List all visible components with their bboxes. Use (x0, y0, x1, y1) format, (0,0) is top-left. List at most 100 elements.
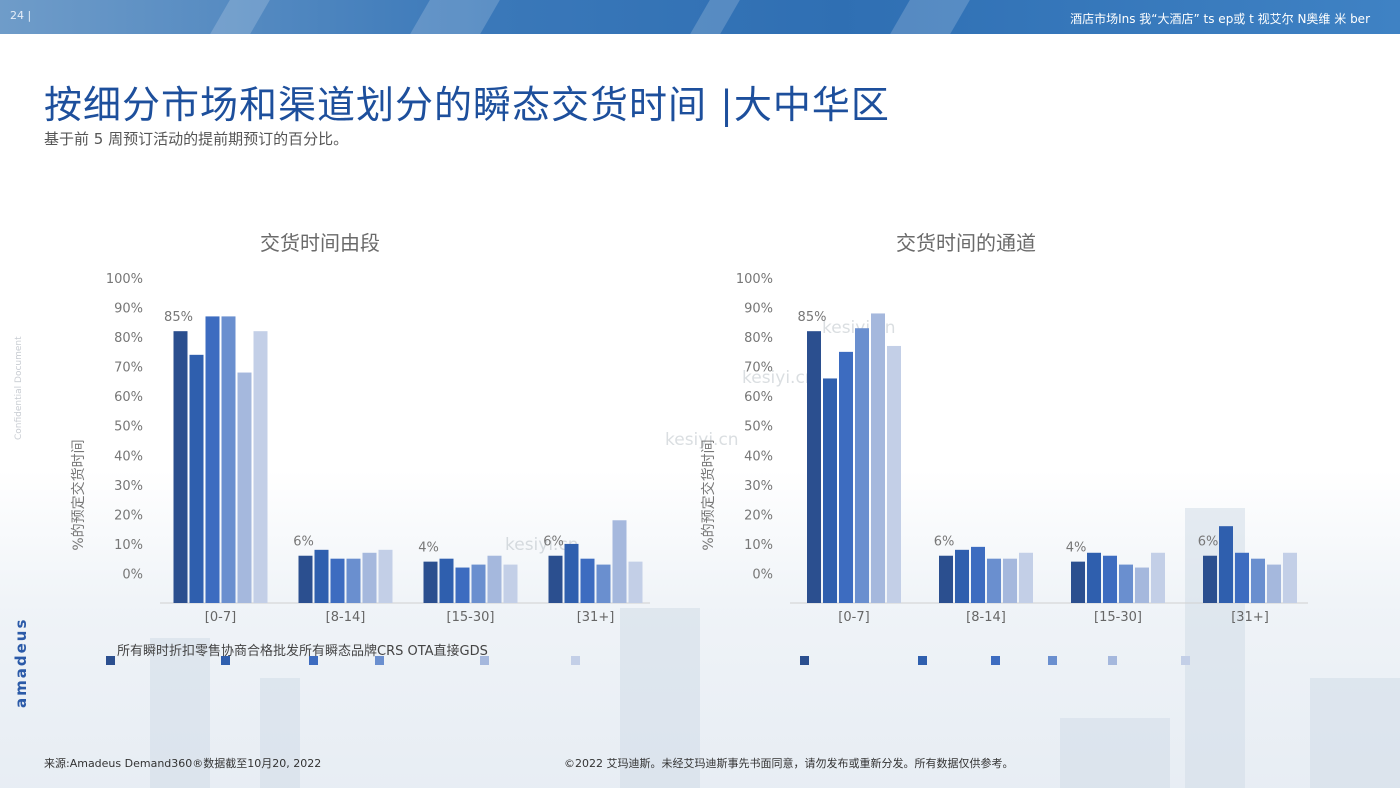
bar (987, 558, 1001, 603)
chart-title: 交货时间由段 (260, 231, 380, 255)
x-tick-label: [8-14] (966, 610, 1006, 625)
bar (1151, 552, 1165, 603)
y-tick-label: 0% (752, 567, 773, 582)
data-label: 85% (798, 310, 827, 325)
y-tick-label: 60% (744, 390, 773, 405)
y-tick-label: 80% (744, 331, 773, 346)
bar (855, 328, 869, 603)
bar (596, 564, 611, 603)
bar (1251, 558, 1265, 603)
y-tick-label: 20% (114, 508, 143, 523)
bar (548, 555, 563, 603)
bar (346, 558, 361, 603)
y-tick-label: 30% (114, 479, 143, 494)
y-tick-label: 50% (744, 420, 773, 435)
bar (939, 555, 953, 603)
bar (612, 520, 627, 603)
bar (487, 555, 502, 603)
y-tick-label: 30% (744, 479, 773, 494)
data-label: 6% (543, 535, 564, 550)
y-axis-label: %的预定交货时间 (700, 439, 717, 550)
bar (1203, 555, 1217, 603)
bar (471, 564, 486, 603)
y-tick-label: 0% (122, 567, 143, 582)
bar (330, 558, 345, 603)
y-tick-label: 40% (114, 449, 143, 464)
bar (807, 331, 821, 603)
bar (871, 313, 885, 603)
legend-swatch (571, 656, 580, 665)
bar (1003, 558, 1017, 603)
y-tick-label: 60% (114, 390, 143, 405)
data-label: 6% (293, 535, 314, 550)
bar (362, 552, 377, 603)
legend-text: 所有瞬时折扣零售协商合格批发所有瞬态品牌CRS OTA直接GDS (117, 644, 488, 659)
legend-swatch (918, 656, 927, 665)
bar (1071, 561, 1085, 603)
bar (503, 564, 518, 603)
legend-swatch (106, 656, 115, 665)
bar (1135, 567, 1149, 603)
y-tick-label: 10% (744, 538, 773, 553)
bar (455, 567, 470, 603)
y-tick-label: 40% (744, 449, 773, 464)
y-tick-label: 10% (114, 538, 143, 553)
y-axis-label: %的预定交货时间 (70, 439, 87, 550)
x-tick-label: [0-7] (838, 610, 869, 625)
data-label: 6% (1198, 535, 1219, 550)
data-label: 4% (1066, 541, 1087, 556)
y-tick-label: 20% (744, 508, 773, 523)
bar (1119, 564, 1133, 603)
y-tick-label: 90% (114, 302, 143, 317)
bar (189, 354, 204, 603)
bar (173, 331, 188, 603)
x-tick-label: [31+] (1231, 610, 1269, 625)
y-tick-label: 70% (114, 361, 143, 376)
y-tick-label: 80% (114, 331, 143, 346)
bar (298, 555, 313, 603)
x-tick-label: [8-14] (326, 610, 366, 625)
bar (1267, 564, 1281, 603)
bar (314, 549, 329, 603)
legend-swatch (991, 656, 1000, 665)
legend-swatch (1108, 656, 1117, 665)
bar (1087, 552, 1101, 603)
bar (439, 558, 454, 603)
bar (253, 331, 268, 603)
legend-swatch (800, 656, 809, 665)
bar (423, 561, 438, 603)
x-tick-label: [31+] (577, 610, 615, 625)
bar (1283, 552, 1297, 603)
bar (378, 549, 393, 603)
chart-title: 交货时间的通道 (896, 231, 1036, 255)
y-tick-label: 70% (744, 361, 773, 376)
bar (971, 546, 985, 603)
footer-copyright: ©2022 艾玛迪斯。未经艾玛迪斯事先书面同意，请勿发布或重新分发。所有数据仅供… (564, 757, 1014, 770)
data-label: 4% (418, 541, 439, 556)
legend-swatch (1048, 656, 1057, 665)
bar (1103, 555, 1117, 603)
bar (628, 561, 643, 603)
x-tick-label: [15-30] (1094, 610, 1142, 625)
y-tick-label: 50% (114, 420, 143, 435)
charts-canvas: 交货时间由段 0% 10% 20% 30% 40% 50% 60% 70% 80% 90% 100%%… (70, 231, 1308, 665)
bar (205, 316, 220, 603)
data-label: 85% (164, 310, 193, 325)
data-label: 6% (934, 535, 955, 550)
bar (237, 372, 252, 603)
legend-swatch (1181, 656, 1190, 665)
y-tick-label: 100% (106, 272, 143, 287)
x-tick-label: [15-30] (447, 610, 495, 625)
bar (823, 378, 837, 603)
y-tick-label: 100% (736, 272, 773, 287)
bar (955, 549, 969, 603)
x-tick-label: [0-7] (205, 610, 236, 625)
bar (580, 558, 595, 603)
bar (1235, 552, 1249, 603)
y-tick-label: 90% (744, 302, 773, 317)
footer-source: 来源:Amadeus Demand360®数据截至10月20, 2022 (44, 757, 322, 770)
bar (1019, 552, 1033, 603)
bar (839, 351, 853, 603)
bar (221, 316, 236, 603)
bar (564, 543, 579, 603)
